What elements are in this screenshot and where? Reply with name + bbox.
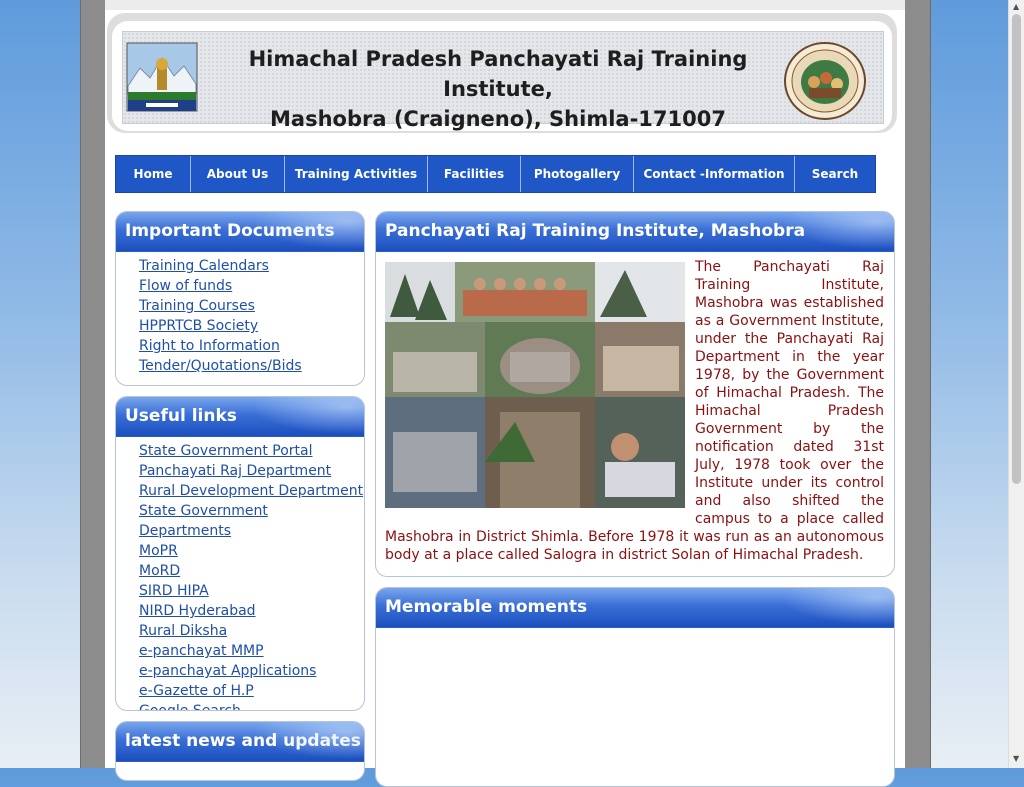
nav-search[interactable]: Search — [795, 156, 875, 192]
link-training-calendars[interactable]: Training Calendars — [139, 258, 269, 274]
link-nird-hyderabad[interactable]: NIRD Hyderabad — [139, 603, 256, 619]
banner-title-line2: Mashobra (Craigneno), Shimla-171007 — [270, 107, 726, 131]
link-google-search[interactable]: Google Search — [139, 703, 241, 710]
nav-contact-information[interactable]: Contact -Information — [634, 156, 795, 192]
right-page-border — [905, 0, 931, 768]
banner-title-line1: Himachal Pradesh Panchayati Raj Training… — [248, 47, 748, 101]
memorable-moments-box: Memorable moments — [375, 587, 895, 787]
nav-training-activities[interactable]: Training Activities — [285, 156, 428, 192]
useful-links-list: State Government Portal Panchayati Raj D… — [116, 437, 364, 710]
link-sird-hipa[interactable]: SIRD HIPA — [139, 583, 209, 599]
list-item: e-panchayat Applications — [139, 661, 364, 681]
main-article-title: Panchayati Raj Training Institute, Masho… — [376, 212, 894, 252]
scrollbar-thumb[interactable] — [1012, 14, 1021, 484]
latest-news-title: latest news and updates — [116, 722, 364, 762]
main-article-box: Panchayati Raj Training Institute, Masho… — [375, 211, 895, 577]
link-rural-development-department[interactable]: Rural Development Department — [139, 483, 363, 499]
banner-title: Himachal Pradesh Panchayati Raj Training… — [218, 44, 778, 134]
important-documents-box: Important Documents Training Calendars F… — [115, 211, 365, 386]
institute-seal-icon — [784, 42, 866, 120]
main-nav: Home About Us Training Activities Facili… — [115, 155, 876, 193]
link-e-panchayat-mmp[interactable]: e-panchayat MMP — [139, 643, 264, 659]
link-state-government-departments[interactable]: State Government Departments — [139, 503, 268, 539]
list-item: MoPR — [139, 541, 364, 561]
important-documents-list: Training Calendars Flow of funds Trainin… — [116, 252, 364, 376]
main-article: The Panchayati Raj Training Institute, M… — [376, 252, 894, 564]
link-e-gazette-hp[interactable]: e-Gazette of H.P — [139, 683, 254, 699]
list-item: Google Search — [139, 701, 364, 710]
useful-links-title: Useful links — [116, 397, 364, 437]
list-item: MoRD — [139, 561, 364, 581]
list-item: Flow of funds — [139, 276, 364, 296]
scroll-down-icon[interactable]: ▼ — [1013, 755, 1019, 763]
link-e-panchayat-applications[interactable]: e-panchayat Applications — [139, 663, 316, 679]
link-flow-of-funds[interactable]: Flow of funds — [139, 278, 232, 294]
vertical-scrollbar[interactable]: ▲ ▼ — [1008, 0, 1024, 768]
nav-about-us[interactable]: About Us — [191, 156, 285, 192]
list-item: Training Calendars — [139, 256, 364, 276]
list-item: e-panchayat MMP — [139, 641, 364, 661]
list-item: State Government Portal — [139, 441, 364, 461]
nav-facilities[interactable]: Facilities — [428, 156, 521, 192]
header-banner: Himachal Pradesh Panchayati Raj Training… — [122, 31, 884, 131]
list-item: Panchayati Raj Department — [139, 461, 364, 481]
list-item: Rural Diksha — [139, 621, 364, 641]
link-mopr[interactable]: MoPR — [139, 543, 178, 559]
link-training-courses[interactable]: Training Courses — [139, 298, 255, 314]
list-item: State Government Departments — [139, 501, 364, 541]
link-state-government-portal[interactable]: State Government Portal — [139, 443, 313, 459]
important-documents-title: Important Documents — [116, 212, 364, 252]
list-item: Training Courses — [139, 296, 364, 316]
himachal-emblem-icon — [126, 42, 198, 112]
left-page-border — [80, 0, 106, 768]
link-panchayati-raj-department[interactable]: Panchayati Raj Department — [139, 463, 331, 479]
latest-news-box: latest news and updates — [115, 721, 365, 781]
link-right-to-information[interactable]: Right to Information — [139, 338, 280, 354]
list-item: Tender/Quotations/Bids — [139, 356, 364, 376]
nav-home[interactable]: Home — [116, 156, 191, 192]
link-mord[interactable]: MoRD — [139, 563, 180, 579]
link-tender-quotations-bids[interactable]: Tender/Quotations/Bids — [139, 358, 302, 374]
institute-photo-collage — [385, 262, 685, 508]
link-hpprtcb-society[interactable]: HPPRTCB Society — [139, 318, 258, 334]
list-item: HPPRTCB Society — [139, 316, 364, 336]
list-item: NIRD Hyderabad — [139, 601, 364, 621]
useful-links-box: Useful links State Government Portal Pan… — [115, 396, 365, 711]
list-item: Right to Information — [139, 336, 364, 356]
list-item: Rural Development Department — [139, 481, 364, 501]
scroll-up-icon[interactable]: ▲ — [1013, 3, 1019, 11]
list-item: e-Gazette of H.P — [139, 681, 364, 701]
nav-photogallery[interactable]: Photogallery — [521, 156, 634, 192]
list-item: SIRD HIPA — [139, 581, 364, 601]
top-strip — [105, 0, 905, 10]
memorable-moments-title: Memorable moments — [376, 588, 894, 628]
link-rural-diksha[interactable]: Rural Diksha — [139, 623, 227, 639]
